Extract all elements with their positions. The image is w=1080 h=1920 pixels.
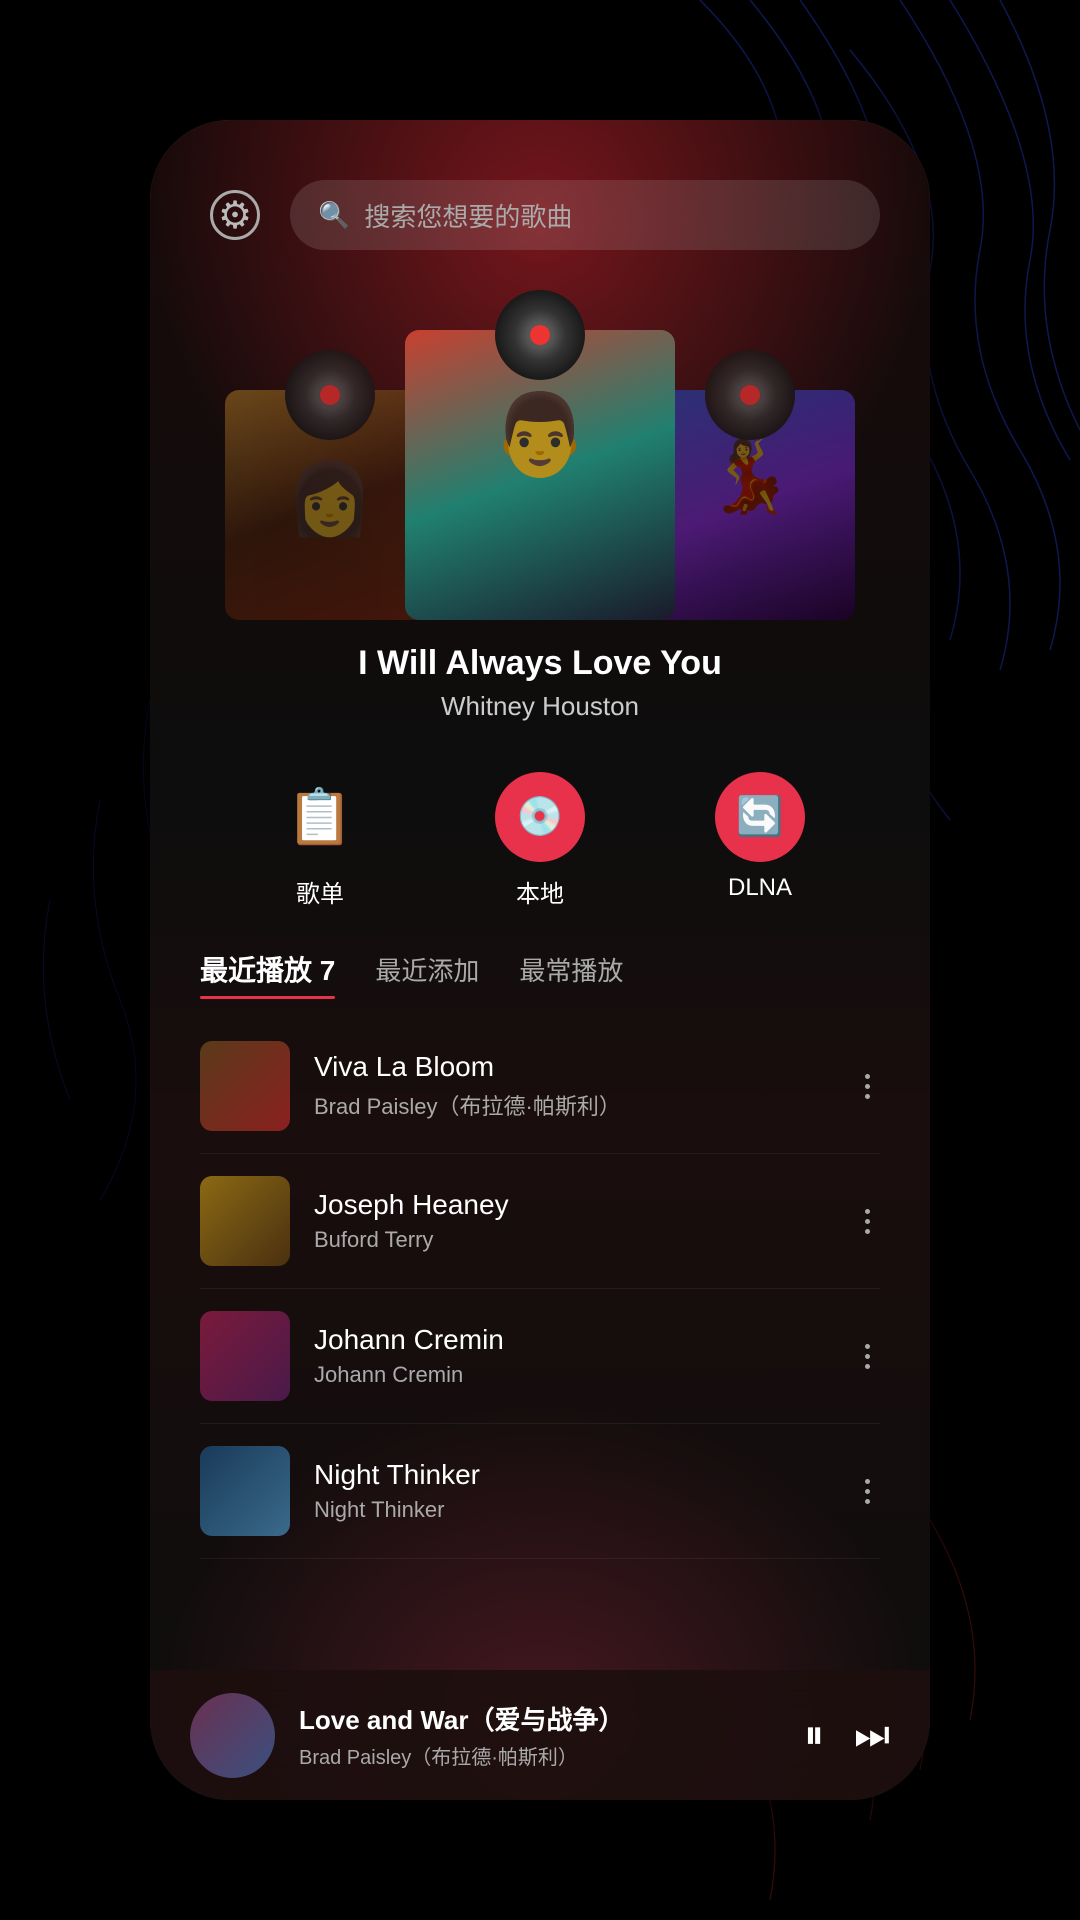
more-button-1[interactable] <box>855 1064 880 1109</box>
nav-item-dlna[interactable]: 🔄 DLNA <box>715 772 805 909</box>
search-icon: 🔍 <box>318 200 350 231</box>
song-info-3: Johann Cremin Johann Cremin <box>314 1324 831 1388</box>
nav-item-local[interactable]: 💿 本地 <box>495 772 585 909</box>
carousel-track <box>150 300 930 620</box>
nav-label-playlist: 歌单 <box>296 874 344 909</box>
vinyl-record-center <box>495 290 585 380</box>
vinyl-record-left <box>285 350 375 440</box>
song-list: Viva La Bloom Brad Paisley（布拉德·帕斯利） Jose… <box>150 1019 930 1559</box>
now-playing-artist: Whitney Houston <box>441 691 639 722</box>
tab-recent-add-label: 最近添加 <box>375 956 479 986</box>
now-playing-info: Love and War（爱与战争） Brad Paisley（布拉德·帕斯利） <box>299 1700 780 1770</box>
tab-recent-add[interactable]: 最近添加 <box>375 951 479 998</box>
album-card-left[interactable] <box>225 390 435 620</box>
song-artist-2: Buford Terry <box>314 1227 831 1253</box>
search-bar[interactable]: 🔍 搜索您想要的歌曲 <box>290 180 880 250</box>
pause-button[interactable]: ⏸ <box>804 1713 824 1758</box>
tab-most-played[interactable]: 最常播放 <box>519 951 623 998</box>
now-playing-thumbnail <box>190 1693 275 1778</box>
song-info-2: Joseph Heaney Buford Terry <box>314 1189 831 1253</box>
playlist-icon: 📋 <box>286 786 353 849</box>
next-button[interactable]: ⏭ <box>854 1713 890 1758</box>
dlna-icon: 🔄 <box>736 795 783 839</box>
settings-icon <box>210 190 260 240</box>
local-icon-circle: 💿 <box>495 772 585 862</box>
song-info-1: Viva La Bloom Brad Paisley（布拉德·帕斯利） <box>314 1051 831 1121</box>
header: 🔍 搜索您想要的歌曲 <box>150 120 930 280</box>
more-button-2[interactable] <box>855 1199 880 1244</box>
song-thumb-2 <box>200 1176 290 1266</box>
song-title-2: Joseph Heaney <box>314 1189 831 1221</box>
dlna-icon-circle: 🔄 <box>715 772 805 862</box>
playback-controls: ⏸ ⏭ <box>804 1713 890 1758</box>
song-title-4: Night Thinker <box>314 1459 831 1491</box>
more-button-3[interactable] <box>855 1334 880 1379</box>
song-title-3: Johann Cremin <box>314 1324 831 1356</box>
album-card-center[interactable] <box>405 330 675 620</box>
song-item-4[interactable]: Night Thinker Night Thinker <box>200 1424 880 1559</box>
song-artist-4: Night Thinker <box>314 1497 831 1523</box>
tab-recent-play-count: 7 <box>320 955 336 986</box>
nav-label-dlna: DLNA <box>728 874 792 902</box>
tab-recent-play-label: 最近播放 <box>200 955 312 986</box>
tab-recent-play[interactable]: 最近播放 7 <box>200 949 335 999</box>
local-icon: 💿 <box>516 795 563 839</box>
now-playing-bar: Love and War（爱与战争） Brad Paisley（布拉德·帕斯利）… <box>150 1670 930 1800</box>
phone-shell: 🔍 搜索您想要的歌曲 <box>150 120 930 1800</box>
song-item-3[interactable]: Johann Cremin Johann Cremin <box>200 1289 880 1424</box>
tabs-section: 最近播放 7 最近添加 最常播放 <box>150 939 930 1019</box>
song-artist-3: Johann Cremin <box>314 1362 831 1388</box>
settings-button[interactable] <box>200 180 270 250</box>
vinyl-record-right <box>705 350 795 440</box>
song-info-4: Night Thinker Night Thinker <box>314 1459 831 1523</box>
song-item-2[interactable]: Joseph Heaney Buford Terry <box>200 1154 880 1289</box>
album-card-right[interactable] <box>645 390 855 620</box>
more-button-4[interactable] <box>855 1469 880 1514</box>
now-playing-bar-title: Love and War（爱与战争） <box>299 1700 780 1737</box>
now-playing-bar-artist: Brad Paisley（布拉德·帕斯利） <box>299 1741 780 1770</box>
song-title-1: Viva La Bloom <box>314 1051 831 1083</box>
tab-most-played-label: 最常播放 <box>519 956 623 986</box>
search-placeholder-text: 搜索您想要的歌曲 <box>364 197 572 234</box>
song-thumb-1 <box>200 1041 290 1131</box>
nav-item-playlist[interactable]: 📋 歌单 <box>275 772 365 909</box>
song-thumb-3 <box>200 1311 290 1401</box>
song-item-1[interactable]: Viva La Bloom Brad Paisley（布拉德·帕斯利） <box>200 1019 880 1154</box>
album-carousel: I Will Always Love You Whitney Houston <box>150 280 930 722</box>
song-thumb-4 <box>200 1446 290 1536</box>
nav-label-local: 本地 <box>516 874 564 909</box>
now-playing-title: I Will Always Love You <box>358 644 722 683</box>
playlist-icon-container: 📋 <box>275 772 365 862</box>
song-artist-1: Brad Paisley（布拉德·帕斯利） <box>314 1089 831 1121</box>
phone-screen: 🔍 搜索您想要的歌曲 <box>150 120 930 1800</box>
nav-section: 📋 歌单 💿 本地 🔄 DLNA <box>150 722 930 939</box>
